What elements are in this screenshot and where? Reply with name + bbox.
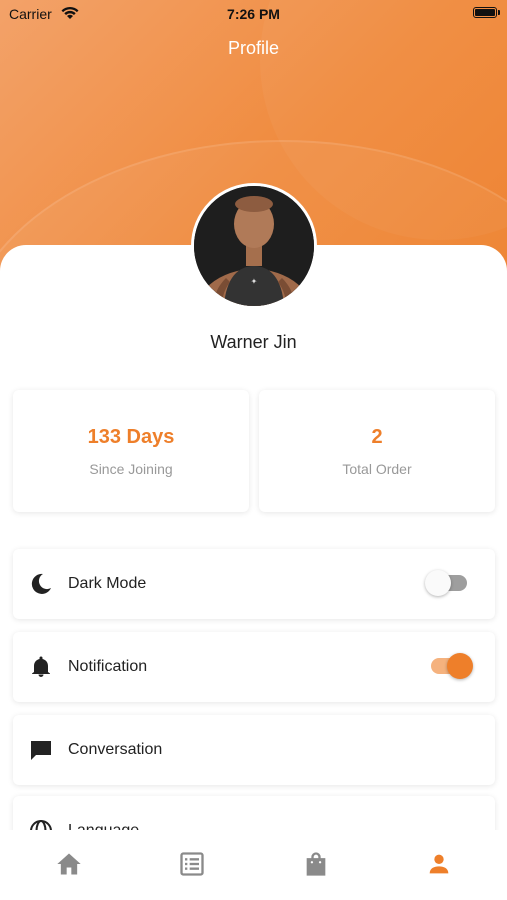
- stat-card-days: 133 Days Since Joining: [13, 390, 249, 512]
- menu-item-conversation[interactable]: Conversation: [13, 715, 495, 785]
- menu-item-label: Dark Mode: [68, 575, 147, 592]
- bag-icon[interactable]: [302, 850, 330, 878]
- stat-value: 133 Days: [87, 426, 175, 448]
- notification-toggle[interactable]: [431, 653, 473, 679]
- dark-mode-toggle[interactable]: [425, 570, 467, 596]
- status-time: 7:26 PM: [227, 6, 280, 22]
- user-name: Warner Jin: [210, 332, 297, 352]
- stat-card-orders: 2 Total Order: [259, 390, 495, 512]
- list-icon[interactable]: [178, 850, 206, 878]
- page-title: Profile: [227, 38, 280, 58]
- chat-icon: [31, 741, 51, 760]
- avatar[interactable]: ✦: [191, 183, 317, 309]
- battery-icon: [473, 7, 500, 18]
- stat-label: Since Joining: [89, 461, 173, 477]
- stat-label: Total Order: [342, 461, 412, 477]
- bell-icon: [32, 656, 50, 677]
- home-icon[interactable]: [55, 850, 83, 878]
- status-bar: Carrier 7:26 PM: [0, 0, 507, 28]
- tab-bar: [0, 830, 507, 900]
- person-icon[interactable]: [425, 850, 453, 878]
- menu-item-label: Notification: [68, 658, 148, 675]
- menu-item-dark-mode[interactable]: Dark Mode: [13, 549, 495, 619]
- svg-text:✦: ✦: [251, 277, 258, 286]
- menu-item-label: Conversation: [68, 741, 163, 758]
- avatar-image: ✦: [194, 186, 314, 306]
- menu-item-notification[interactable]: Notification: [13, 632, 495, 702]
- moon-icon: [31, 573, 51, 594]
- stat-value: 2: [371, 426, 383, 448]
